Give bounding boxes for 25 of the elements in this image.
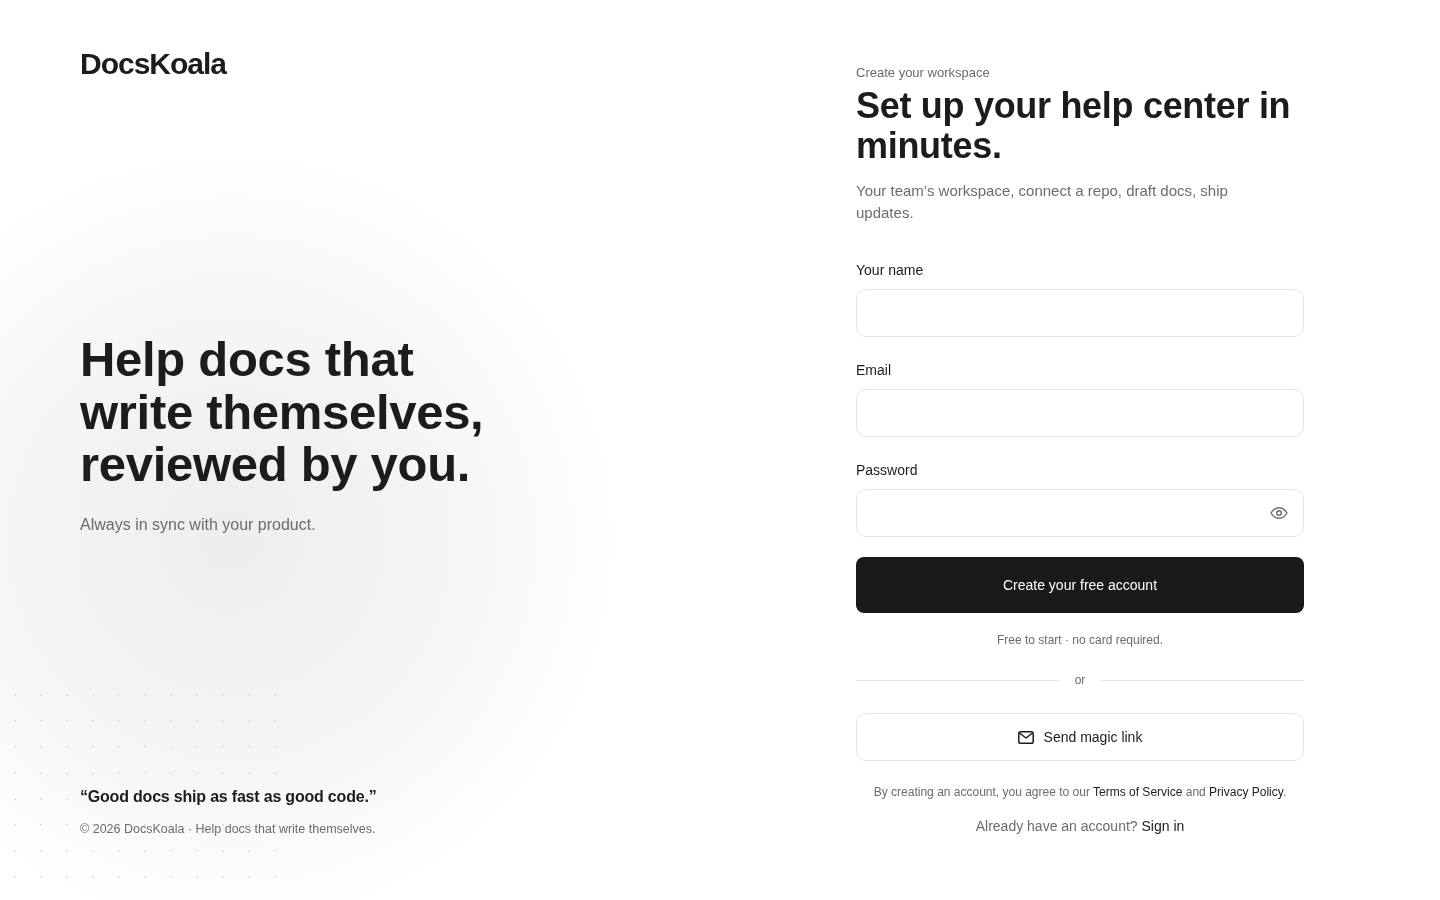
- quote-text: “Good docs ship as fast as good code.”: [80, 787, 377, 807]
- form-title: Set up your help center in minutes.: [856, 86, 1292, 166]
- or-divider-text: or: [1074, 672, 1086, 689]
- field-label: Email: [856, 361, 891, 380]
- eye-icon[interactable]: [1270, 507, 1288, 519]
- field-label: Your name: [856, 261, 924, 280]
- brand-logo: DocsKoala: [80, 46, 227, 82]
- name-field[interactable]: [856, 289, 1304, 337]
- signin-prompt: Already have an account? Sign in: [974, 817, 1186, 836]
- envelope-icon: [1017, 730, 1034, 744]
- privacy-link[interactable]: Privacy Policy: [1209, 785, 1283, 799]
- password-field[interactable]: [856, 489, 1304, 537]
- free-note: Free to start · no card required.: [995, 632, 1165, 648]
- terms-link[interactable]: Terms of Service: [1093, 785, 1183, 799]
- email-field[interactable]: [856, 389, 1304, 437]
- form-subtitle: Your team’s workspace, connect a repo, draft docs, ship updates.: [856, 181, 1229, 223]
- field-label: Password: [856, 461, 918, 480]
- create-account-button[interactable]: Create your free account: [856, 557, 1304, 613]
- footer-text: © 2026 DocsKoala · Help docs that write themselves.: [80, 821, 376, 838]
- hero-headline: Help docs that write themselves, reviewed by you.: [80, 333, 485, 491]
- legal-text: By creating an account, you agree to our Terms of Service and Privacy Policy.: [872, 784, 1288, 800]
- magic-link-button[interactable]: Send magic link: [856, 713, 1304, 761]
- form-eyebrow: Create your workspace: [856, 64, 991, 82]
- hero-tagline: Always in sync with your product.: [80, 514, 316, 535]
- sign-in-link[interactable]: Sign in: [1141, 818, 1185, 834]
